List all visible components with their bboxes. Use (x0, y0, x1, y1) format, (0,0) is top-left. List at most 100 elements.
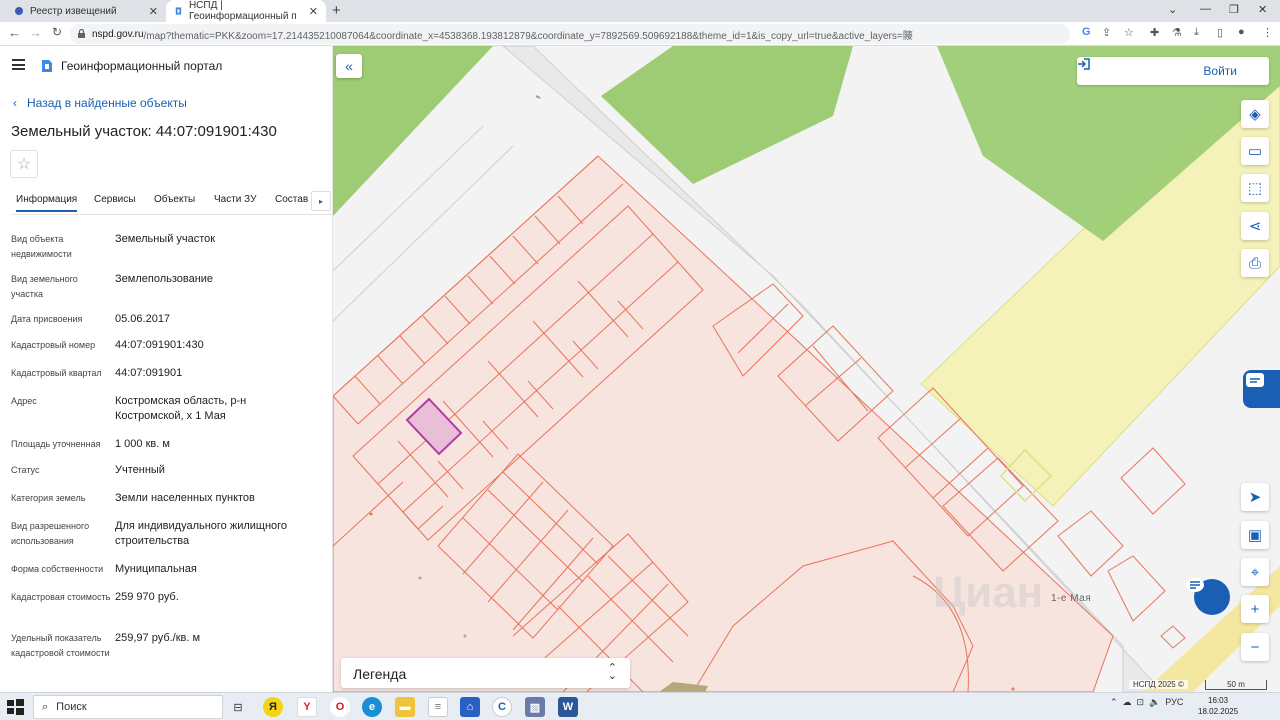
close-window-icon[interactable]: ✕ (1258, 3, 1267, 16)
browser-tab-nspd[interactable]: НСПД | Геоинформационный п ✕ (166, 0, 326, 22)
close-icon[interactable]: ✕ (149, 5, 158, 18)
collapse-panel-button[interactable]: « (336, 54, 362, 78)
watermark: Циан (933, 568, 1044, 617)
opera-icon[interactable]: O (330, 697, 350, 717)
new-tab-icon[interactable]: + (332, 2, 341, 19)
panel-tabs: Информация Сервисы Объекты Части ЗУ Сост… (11, 191, 332, 215)
hamburger-menu-icon[interactable] (12, 59, 25, 70)
tab-objects[interactable]: Объекты (154, 194, 195, 205)
image-viewer-icon[interactable]: ▨ (525, 697, 545, 717)
network-icon[interactable]: ⌂ (460, 697, 480, 717)
nspd-logo-icon (175, 7, 182, 15)
legend-label: Легенда (353, 666, 407, 682)
double-chevron-left-icon: « (345, 58, 353, 74)
task-view-icon[interactable]: ⊟ (228, 697, 248, 717)
word-icon[interactable]: W (558, 697, 578, 717)
back-arrow-icon[interactable]: ← (8, 25, 21, 40)
attribute-label: Удельный показатель кадастровой стоимост… (11, 633, 110, 658)
map-canvas[interactable] (333, 46, 1280, 692)
lock-icon (78, 28, 85, 38)
file-explorer-icon[interactable]: ▬ (395, 697, 415, 717)
yandex-browser-icon[interactable]: Y (297, 697, 317, 717)
zoom-out-button[interactable]: − (1241, 633, 1269, 661)
system-tray[interactable]: ⌃ ☁ ⊡ 🔈 РУС (1110, 697, 1183, 708)
browser-tab-label: Реестр извещений (30, 5, 117, 17)
reload-icon[interactable]: ↻ (52, 25, 62, 39)
tab-composition[interactable]: Состав (275, 194, 308, 205)
favorite-star-icon[interactable]: ☆ (10, 150, 38, 178)
legend-dropdown[interactable]: Легенда ⌃ ⌄ (341, 658, 630, 688)
attribute-value: 259,97 руб./кв. м (115, 632, 201, 644)
windows-start-icon[interactable] (4, 696, 26, 718)
chat-button[interactable] (1185, 577, 1239, 617)
profile-icon[interactable]: ● (1238, 26, 1245, 38)
browser-tabstrip: Реестр извещений ✕ НСПД | Геоинформацион… (0, 0, 1280, 22)
attribute-value: Для индивидуального жилищного строительс… (115, 520, 288, 547)
extensions-icon[interactable]: ✚ (1150, 26, 1159, 39)
download-icon[interactable]: ⤓ (1194, 26, 1199, 39)
minimize-icon[interactable]: — (1200, 3, 1211, 15)
attribute-value: 1 000 кв. м (115, 438, 170, 450)
share-icon[interactable]: ⋖ (1241, 212, 1269, 240)
scale-label: 50 m (1227, 680, 1245, 689)
attribute-value: 259 970 руб. (115, 591, 179, 603)
bookmark-star-icon[interactable]: ☆ (1124, 26, 1134, 39)
print-icon[interactable]: ⎙ (1241, 249, 1269, 277)
chevron-left-icon: ‹ (13, 96, 17, 110)
attribute-value: 44:07:091901:430 (115, 339, 204, 351)
keyboard-language: РУС (1165, 697, 1184, 707)
attribute-value: Земли населенных пунктов (115, 492, 255, 504)
map-copyright: НСПД 2025 © (1129, 680, 1188, 689)
forward-arrow-icon[interactable]: → (29, 25, 42, 40)
geolocation-icon[interactable]: ➤ (1241, 483, 1269, 511)
taskbar-search[interactable]: ⌕ Поиск (33, 695, 223, 719)
browser-tab-registry[interactable]: Реестр извещений ✕ (6, 0, 166, 22)
location-pin-icon[interactable]: ⌖ (1241, 558, 1269, 586)
chrome-icon[interactable]: C (492, 697, 512, 717)
minimap-icon[interactable]: ▣ (1241, 521, 1269, 549)
chevron-down-icon[interactable]: ⌄ (1168, 3, 1177, 16)
search-icon: ⌕ (42, 700, 49, 713)
attribute-value: Землепользование (115, 273, 214, 285)
clock-time: 16:03 (1208, 696, 1229, 705)
attribute-label: Категория земель (11, 493, 86, 503)
tab-services[interactable]: Сервисы (94, 194, 135, 205)
back-to-results-link[interactable]: ‹ Назад в найденные объекты (13, 96, 187, 110)
clock[interactable]: 16:03 18.02.2025 (1198, 695, 1238, 717)
google-icon[interactable]: G (1082, 26, 1091, 38)
select-area-icon[interactable]: ⬚ (1241, 174, 1269, 202)
yandex-icon[interactable]: Я (263, 697, 283, 717)
zoom-in-button[interactable]: + (1241, 595, 1269, 623)
point-marker (463, 634, 467, 638)
menu-dots-icon[interactable]: ⋮ (1262, 26, 1273, 39)
coat-of-arms-icon (15, 7, 23, 15)
feedback-button[interactable] (1243, 370, 1280, 408)
tab-parts[interactable]: Части ЗУ (214, 194, 256, 205)
tabs-scroll-right-icon[interactable]: ▸ (311, 191, 331, 211)
attribute-value: 44:07:091901 (115, 367, 183, 379)
attribute-label: Кадастровый квартал (11, 368, 102, 378)
clock-date: 18.02.2025 (1198, 707, 1239, 716)
login-button[interactable]: Войти (1077, 57, 1269, 85)
url-host: nspd.gov.ru (92, 28, 144, 40)
layers-icon[interactable]: ◈ (1241, 100, 1269, 128)
expand-collapse-icon: ⌃ ⌄ (607, 662, 617, 682)
share-icon[interactable]: ⇪ (1102, 26, 1111, 39)
point-marker (369, 512, 373, 516)
attribute-value: Костромская область, р-н Костромской, х … (115, 395, 247, 422)
attribute-label: Вид разрешенного использования (11, 521, 90, 546)
edge-icon[interactable]: e (362, 697, 382, 717)
notepad-icon[interactable]: ≡ (428, 697, 448, 717)
sidepanel-icon[interactable]: ▯ (1217, 26, 1223, 39)
flask-icon[interactable]: ⚗ (1172, 26, 1182, 39)
close-icon[interactable]: ✕ (309, 5, 318, 18)
cadastral-map[interactable]: Циан « Войти ◈ ▭ ⬚ ⋖ ⎙ ➤ ▣ ⌖ + − 1-е Мая… (333, 46, 1280, 692)
chat-icon (1186, 578, 1204, 592)
attribute-label: Форма собственности (11, 564, 104, 574)
ruler-icon[interactable]: ▭ (1241, 137, 1269, 165)
tab-info[interactable]: Информация (16, 194, 78, 212)
address-bar[interactable]: nspd.gov.ru/map?thematic=PKK&zoom=17.214… (70, 24, 1070, 44)
attribute-value: Учтенный (115, 464, 165, 476)
restore-icon[interactable]: ❐ (1229, 3, 1239, 16)
page-title: Земельный участок: 44:07:091901:430 (11, 123, 277, 140)
